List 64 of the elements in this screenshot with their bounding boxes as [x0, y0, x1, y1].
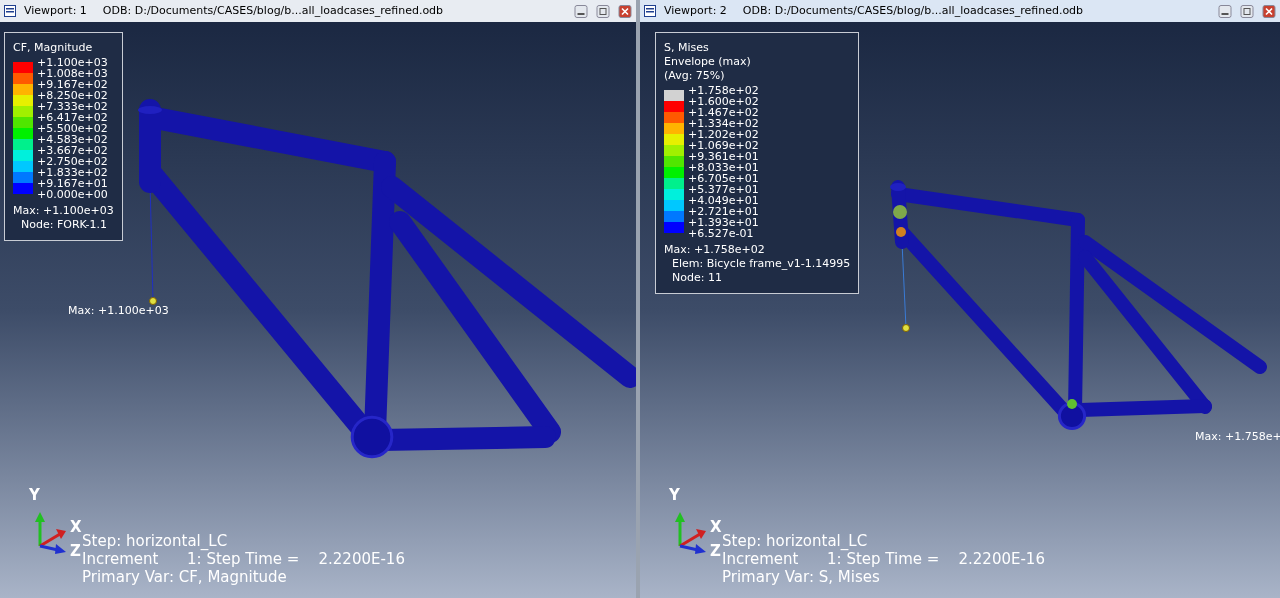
legend-value: +4.049e+01	[688, 195, 759, 206]
legend-value: +8.033e+01	[688, 162, 759, 173]
minimize-icon[interactable]	[574, 4, 588, 18]
legend-info: Max: +1.100e+03	[13, 204, 114, 218]
legend-title: CF, Magnitude	[13, 41, 94, 55]
legend-value: +5.500e+02	[37, 123, 108, 134]
max-marker-icon	[149, 297, 157, 305]
viewport-title: Viewport: 1	[24, 2, 87, 19]
legend-info: Node: 11	[672, 271, 723, 285]
legend-value: +1.202e+02	[688, 129, 759, 140]
max-value-label: Max: +1.100e+03	[68, 303, 169, 319]
max-marker-icon	[902, 324, 910, 332]
legend-value: +4.583e+02	[37, 134, 108, 145]
legend-title: S, Mises	[664, 41, 710, 55]
legend-value: +7.333e+02	[37, 101, 108, 112]
max-value-label: Max: +1.758e+	[1195, 429, 1280, 445]
axis-label: Z	[710, 544, 721, 559]
legend-value: +5.377e+01	[688, 184, 759, 195]
legend-value: +9.361e+01	[688, 151, 759, 162]
legend-info: Node: FORK-1.1	[21, 218, 109, 232]
legend-value: +1.100e+03	[37, 57, 108, 68]
legend-value: +1.758e+02	[688, 85, 759, 96]
step-info-line: Increment 1: Step Time = 2.2200E-16	[82, 550, 405, 568]
viewport-title: Viewport: 2	[664, 2, 727, 19]
step-info-line: Primary Var: S, Mises	[722, 568, 881, 586]
legend-value: +1.833e+02	[37, 167, 108, 178]
close-icon[interactable]	[1262, 4, 1276, 18]
maximize-icon[interactable]	[596, 4, 610, 18]
legend-value: +9.167e+02	[37, 79, 108, 90]
legend-value: +1.334e+02	[688, 118, 759, 129]
window-icon	[4, 5, 16, 17]
step-info-line: Primary Var: CF, Magnitude	[82, 568, 288, 586]
legend-info: Max: +1.758e+02	[664, 243, 766, 257]
legend-value: +2.721e+01	[688, 206, 759, 217]
legend-value: +2.750e+02	[37, 156, 108, 167]
legend-title: Envelope (max)	[664, 55, 752, 69]
axis-label: X	[710, 520, 722, 535]
window-icon	[644, 5, 656, 17]
legend-value: +1.467e+02	[688, 107, 759, 118]
close-icon[interactable]	[618, 4, 632, 18]
legend-value: +1.008e+03	[37, 68, 108, 79]
odb-path: ODB: D:/Documents/CASES/blog/b...all_loadcases_refined.odb	[102, 2, 444, 19]
legend-value: +6.417e+02	[37, 112, 108, 123]
odb-path: ODB: D:/Documents/CASES/blog/b...all_loadcases_refined.odb	[742, 2, 1084, 19]
step-info-line: Increment 1: Step Time = 2.2200E-16	[722, 550, 1045, 568]
step-info-line: Step: horizontal_LC	[82, 532, 229, 550]
legend-value: +1.069e+02	[688, 140, 759, 151]
legend-value: +6.527e-01	[688, 228, 755, 239]
axis-label: X	[70, 520, 82, 535]
step-info-line: Step: horizontal_LC	[722, 532, 869, 550]
legend-title: (Avg: 75%)	[664, 69, 726, 83]
axis-label: Y	[29, 488, 40, 503]
axis-label: Y	[669, 488, 680, 503]
legend-value: +6.705e+01	[688, 173, 759, 184]
legend-info: Elem: Bicycle frame_v1-1.14995	[672, 257, 851, 271]
legend-value: +0.000e+00	[37, 189, 108, 200]
maximize-icon[interactable]	[1240, 4, 1254, 18]
legend-value: +8.250e+02	[37, 90, 108, 101]
legend-value: +1.393e+01	[688, 217, 759, 228]
legend-value: +3.667e+02	[37, 145, 108, 156]
legend-value: +1.600e+02	[688, 96, 759, 107]
minimize-icon[interactable]	[1218, 4, 1232, 18]
axis-label: Z	[70, 544, 81, 559]
legend-value: +9.167e+01	[37, 178, 108, 189]
